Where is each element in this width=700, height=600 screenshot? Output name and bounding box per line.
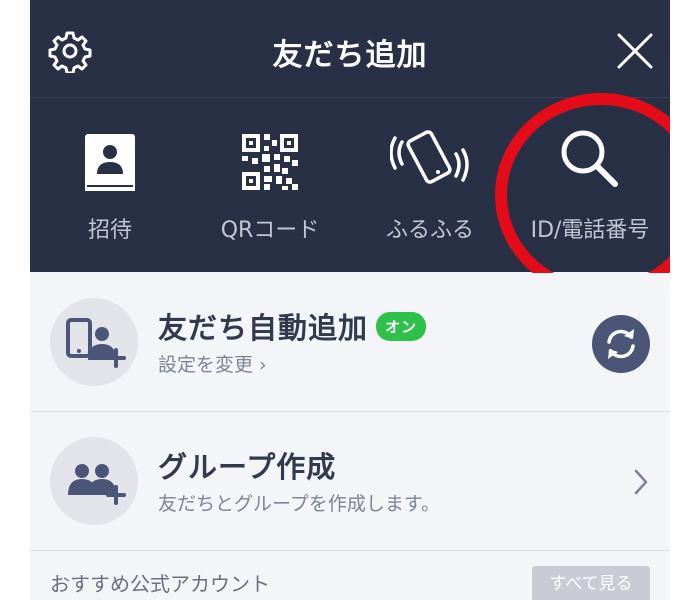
shake-phone-icon: [390, 130, 469, 184]
id-phone-search-button[interactable]: ID/電話番号: [510, 98, 670, 272]
shake-button[interactable]: ふるふる: [350, 98, 510, 272]
group-title: グループ作成: [158, 450, 337, 484]
section-title: おすすめ公式アカウント: [50, 572, 270, 596]
add-friends-screen: 友だち追加 招待 QRコード ふるふる ID/電話番号 友だち自動追加 オン 設…: [30, 0, 670, 600]
create-group-row[interactable]: グループ作成 友だちとグループを作成します。: [30, 412, 670, 551]
page-title: 友だち追加: [272, 38, 428, 73]
change-settings-link[interactable]: 設定を変更 ›: [158, 350, 267, 377]
group-avatar: [50, 437, 138, 525]
method-label: ID/電話番号: [530, 218, 650, 243]
group-subtitle: 友だちとグループを作成します。: [158, 493, 440, 515]
refresh-button[interactable]: [592, 315, 650, 373]
auto-add-label: 友だち自動追加: [158, 311, 369, 345]
contacts-book-icon: [85, 134, 135, 191]
close-icon[interactable]: [616, 32, 654, 70]
add-methods-bar: 招待 QRコード ふるふる ID/電話番号: [30, 98, 670, 272]
invite-button[interactable]: 招待: [30, 98, 190, 272]
method-label: QRコード: [220, 218, 320, 243]
header-bar: 友だち追加: [30, 0, 670, 98]
status-badge: オン: [376, 312, 427, 341]
phone-person-plus-icon: [66, 318, 126, 368]
qr-code-icon: [242, 134, 298, 190]
auto-add-title: 友だち自動追加 オン: [158, 305, 427, 347]
method-label: ふるふる: [385, 218, 474, 243]
method-label: 招待: [87, 218, 132, 243]
see-all-button[interactable]: すべて見る: [532, 566, 650, 600]
search-icon: [561, 130, 618, 187]
refresh-icon: [607, 329, 635, 359]
recommended-accounts-header: おすすめ公式アカウント すべて見る: [30, 552, 670, 600]
auto-add-friends-row[interactable]: 友だち自動追加 オン 設定を変更 ›: [30, 273, 670, 412]
chevron-right-icon: [634, 469, 648, 495]
auto-add-avatar: [50, 298, 138, 386]
group-plus-icon: [68, 464, 126, 505]
qr-code-button[interactable]: QRコード: [190, 98, 350, 272]
